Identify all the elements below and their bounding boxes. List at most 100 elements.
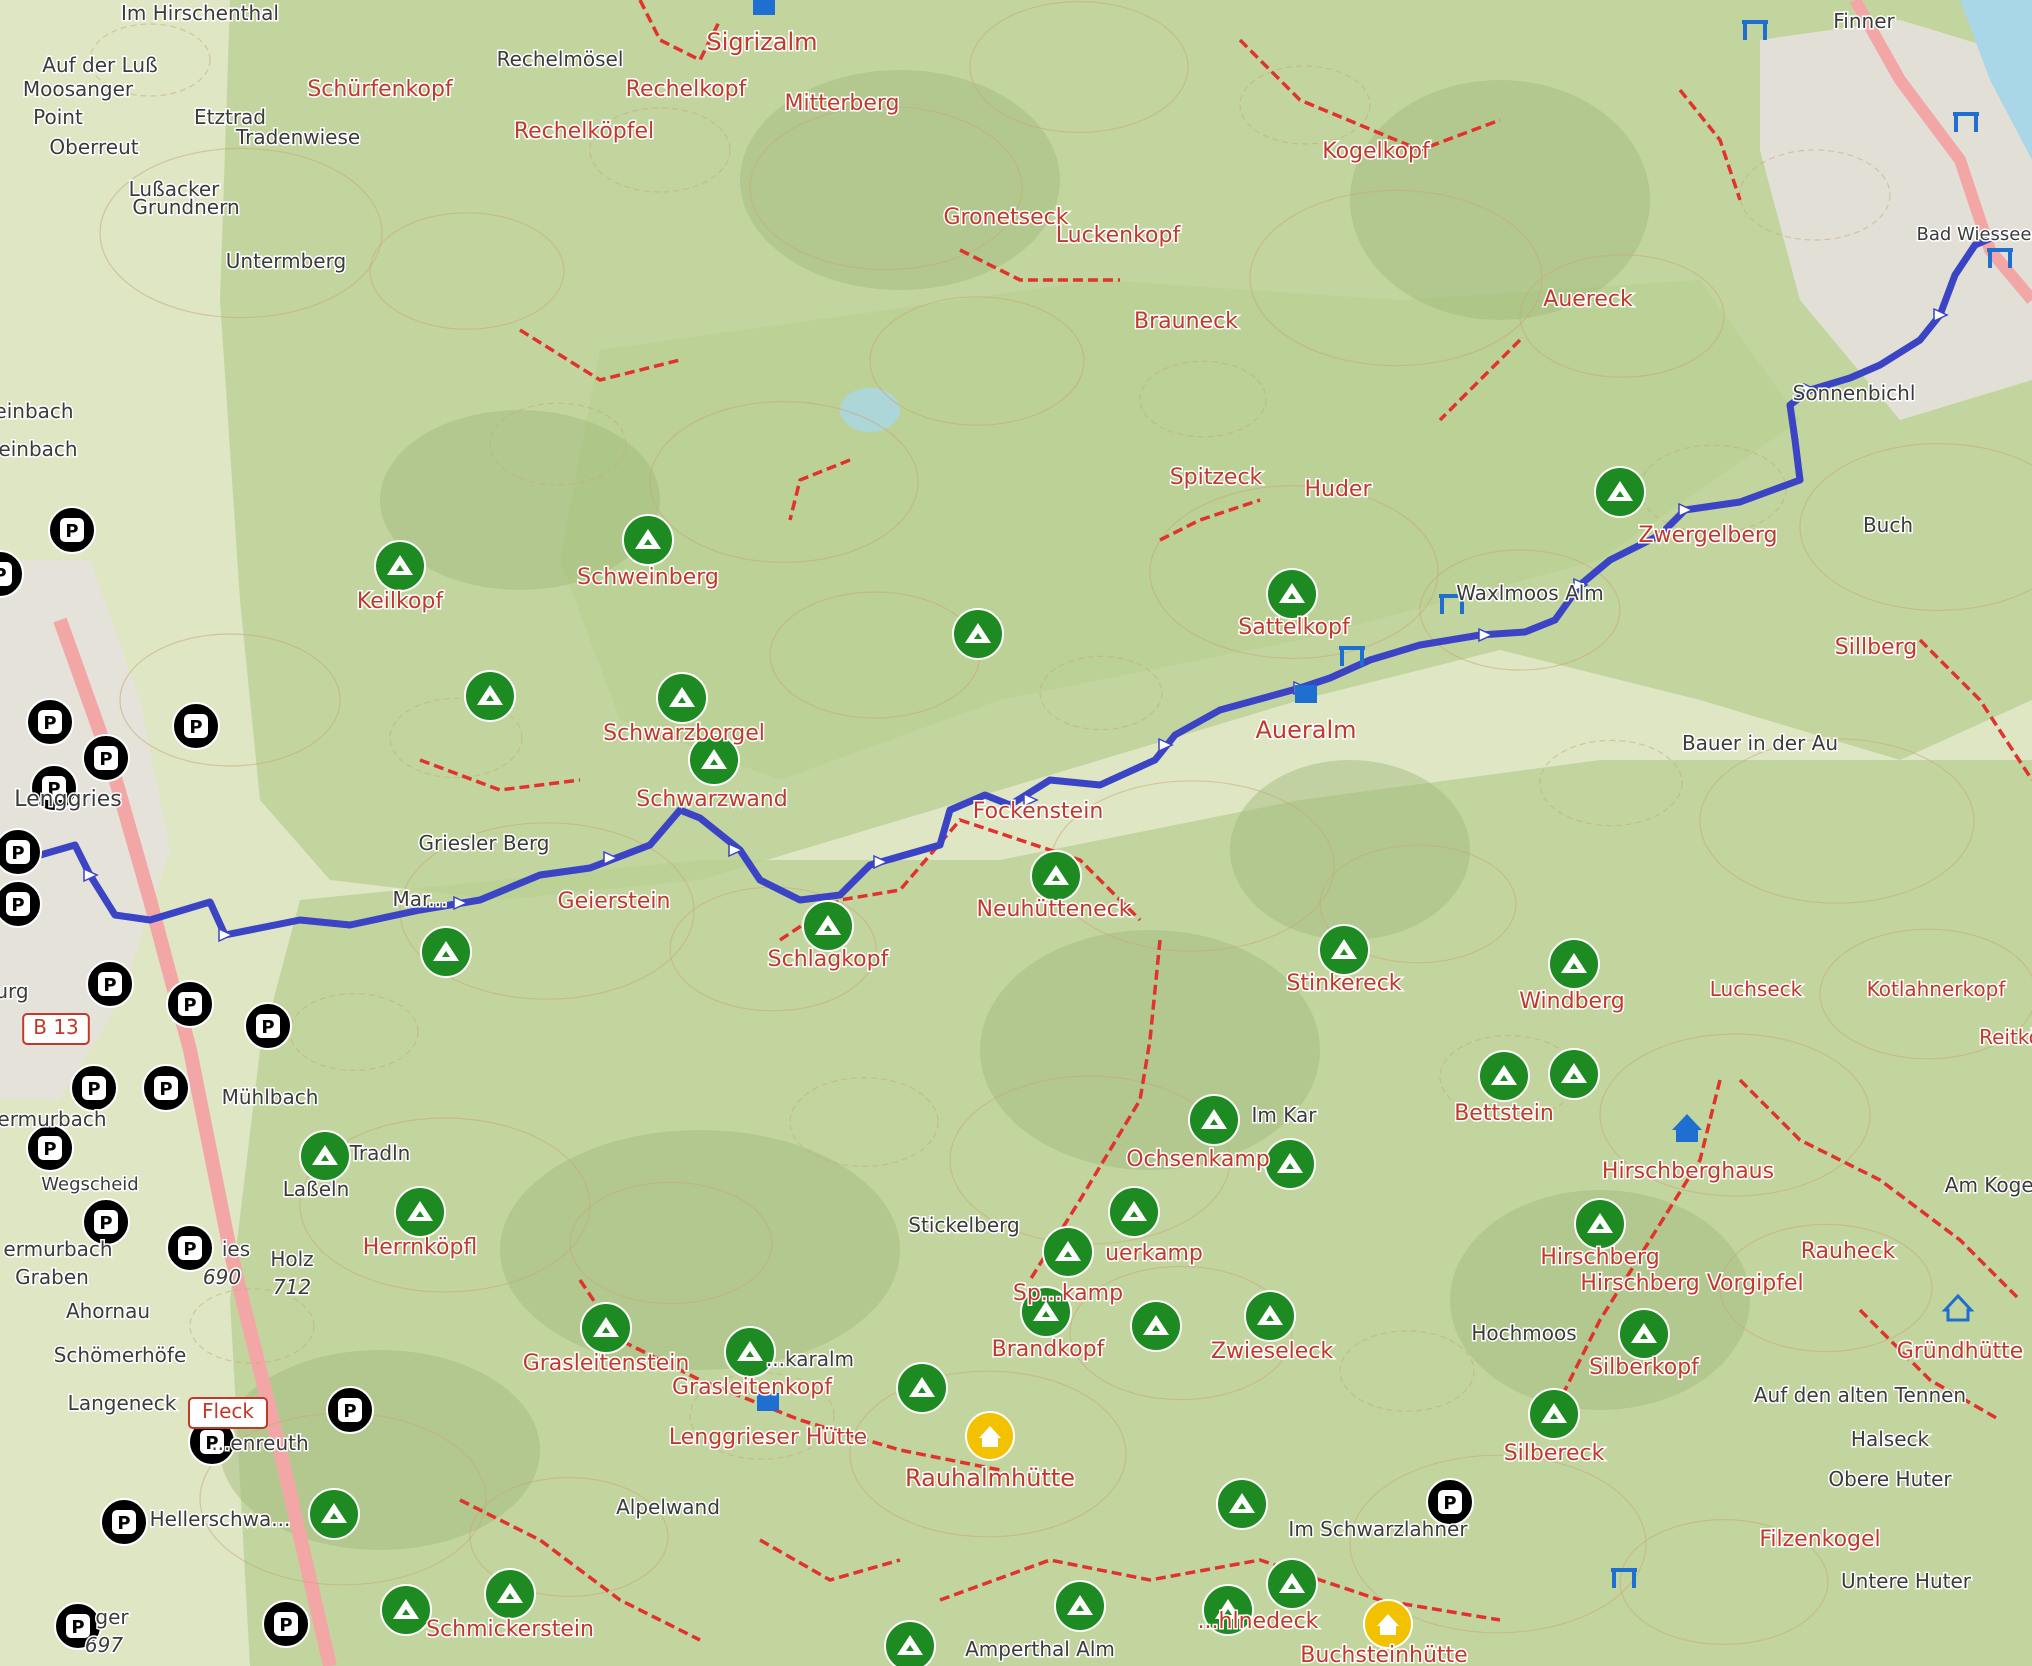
map-label-oberreut: Oberreut	[49, 135, 138, 159]
parking-icon[interactable]: P	[70, 1064, 118, 1112]
peak-icon[interactable]	[802, 900, 854, 952]
map-label-sillberg: Sillberg	[1835, 635, 1917, 660]
parking-icon[interactable]: P	[26, 698, 74, 746]
peak-icon[interactable]	[308, 1488, 360, 1540]
parking-icon[interactable]: P	[0, 828, 42, 876]
map-label-graben: Graben	[15, 1265, 89, 1289]
peak-icon[interactable]	[580, 1302, 632, 1354]
map-canvas[interactable]: PPPPPPPPPPPPPPPPPPPPPPIm HirschenthalSig…	[0, 0, 2032, 1666]
peak-icon[interactable]	[1266, 1558, 1318, 1610]
map-label-lenggrieser-huette: Lenggrieser Hütte	[669, 1425, 867, 1450]
peak-icon[interactable]	[299, 1130, 351, 1182]
map-label-bad-wiessee: Bad Wiessee	[1917, 224, 2032, 245]
peak-icon[interactable]	[1054, 1580, 1106, 1632]
parking-icon[interactable]: P	[48, 506, 96, 554]
parking-icon[interactable]: P	[326, 1386, 374, 1434]
peak-icon[interactable]	[1266, 568, 1318, 620]
peak-icon[interactable]	[656, 672, 708, 724]
peak-icon[interactable]	[1264, 1138, 1316, 1190]
parking-icon-letter: P	[0, 565, 7, 586]
parking-icon[interactable]: P	[172, 702, 220, 750]
map-label-gruendhuette: Gründhütte	[1897, 1339, 2024, 1364]
map-label-hirschberg-vorgipfel: Hirschberg Vorgipfel	[1580, 1271, 1803, 1296]
map-label-grasleitenkopf: Grasleitenkopf	[672, 1375, 833, 1400]
parking-icon[interactable]: P	[0, 880, 42, 928]
parking-icon[interactable]: P	[26, 1124, 74, 1172]
map-label-kotlahnerkopf: Kotlahnerkopf	[1867, 977, 2007, 1001]
peak-icon[interactable]	[1618, 1308, 1670, 1360]
map-label-neuhuetteneck: Neuhütteneck	[977, 897, 1132, 922]
peak-icon[interactable]	[1042, 1226, 1094, 1278]
lift-station-icon[interactable]	[1987, 248, 2013, 268]
peak-icon[interactable]	[1130, 1300, 1182, 1352]
peak-icon[interactable]	[394, 1186, 446, 1238]
map-label-rechelkopf: Rechelkopf	[626, 77, 748, 102]
parking-icon-letter: P	[117, 1513, 130, 1534]
parking-icon-letter: P	[183, 1239, 196, 1260]
peak-icon[interactable]	[1478, 1050, 1530, 1102]
peak-icon[interactable]	[1574, 1198, 1626, 1250]
parking-icon[interactable]: P	[0, 550, 24, 598]
peak-icon[interactable]	[884, 1620, 936, 1666]
peak-icon[interactable]	[484, 1568, 536, 1620]
peak-icon[interactable]	[896, 1362, 948, 1414]
map-label-fleck: Fleck	[202, 1399, 254, 1423]
map-label-luchseck: Luchseck	[1710, 977, 1803, 1001]
parking-icon[interactable]: P	[100, 1498, 148, 1546]
peak-icon[interactable]	[1318, 924, 1370, 976]
bus-stop-icon[interactable]	[1295, 685, 1317, 703]
map-label-tradln: Tradln	[349, 1141, 411, 1165]
peak-icon[interactable]	[622, 514, 674, 566]
lift-station-icon[interactable]	[1339, 646, 1365, 666]
map-label-schwarzborgel: Schwarzborgel	[603, 721, 765, 746]
parking-icon[interactable]: P	[86, 960, 134, 1008]
map-label-untere-huter: Untere Huter	[1841, 1569, 1972, 1593]
map-label-filzenkogel: Filzenkogel	[1759, 1527, 1880, 1552]
peak-icon[interactable]	[1594, 466, 1646, 518]
parking-icon[interactable]: P	[262, 1600, 310, 1648]
peak-icon[interactable]	[1216, 1478, 1268, 1530]
parking-icon[interactable]: P	[244, 1002, 292, 1050]
map-label-ger: ger	[95, 1605, 129, 1629]
bus-stop-icon[interactable]	[753, 0, 775, 15]
parking-icon-letter: P	[189, 717, 202, 738]
map-label-hochmoos: Hochmoos	[1471, 1321, 1576, 1345]
map-label-ochsenkamp: Ochsenkamp	[1126, 1147, 1270, 1172]
peak-icon[interactable]	[374, 540, 426, 592]
peak-icon[interactable]	[1528, 1388, 1580, 1440]
map-label-marbach: Mar...	[393, 887, 448, 911]
map-label-karalm: ...karalm	[766, 1347, 854, 1371]
map-label-im-kar: Im Kar	[1252, 1103, 1318, 1127]
peak-icon[interactable]	[1548, 938, 1600, 990]
parking-icon[interactable]: P	[142, 1064, 190, 1112]
lift-station-icon[interactable]	[1611, 1568, 1637, 1588]
peak-icon[interactable]	[420, 926, 472, 978]
map-label-alpelwand: Alpelwand	[616, 1495, 720, 1519]
peak-icon[interactable]	[380, 1584, 432, 1636]
peak-icon[interactable]	[952, 608, 1004, 660]
peak-icon[interactable]	[1030, 850, 1082, 902]
parking-icon-letter: P	[99, 1213, 112, 1234]
mountain-hut-icon[interactable]	[1363, 1599, 1413, 1649]
map-label-einbach2: einbach	[0, 437, 78, 461]
peak-icon[interactable]	[1188, 1094, 1240, 1146]
parking-icon[interactable]: P	[82, 734, 130, 782]
hirschberghaus-icon[interactable]	[1672, 1114, 1702, 1142]
peak-icon[interactable]	[1244, 1290, 1296, 1342]
map-label-grundnern: Grundnern	[132, 195, 239, 219]
lift-station-icon[interactable]	[1953, 112, 1979, 132]
map-label-finner: Finner	[1833, 9, 1895, 33]
peak-icon[interactable]	[464, 670, 516, 722]
gruendhuette-icon[interactable]	[1941, 1293, 1975, 1322]
lift-station-icon[interactable]	[1742, 20, 1768, 40]
mountain-hut-icon[interactable]	[965, 1411, 1015, 1461]
map-label-sonnenbichl: Sonnenbichl	[1793, 381, 1916, 405]
map-label-wegscheid: Wegscheid	[41, 1174, 138, 1195]
peak-icon[interactable]	[1548, 1048, 1600, 1100]
parking-icon-letter: P	[87, 1079, 100, 1100]
parking-icon[interactable]: P	[166, 980, 214, 1028]
map-label-geierstein: Geierstein	[558, 889, 671, 914]
parking-icon-letter: P	[183, 995, 196, 1016]
peak-icon[interactable]	[1108, 1186, 1160, 1238]
map-label-zwergelberg: Zwergelberg	[1639, 523, 1778, 548]
